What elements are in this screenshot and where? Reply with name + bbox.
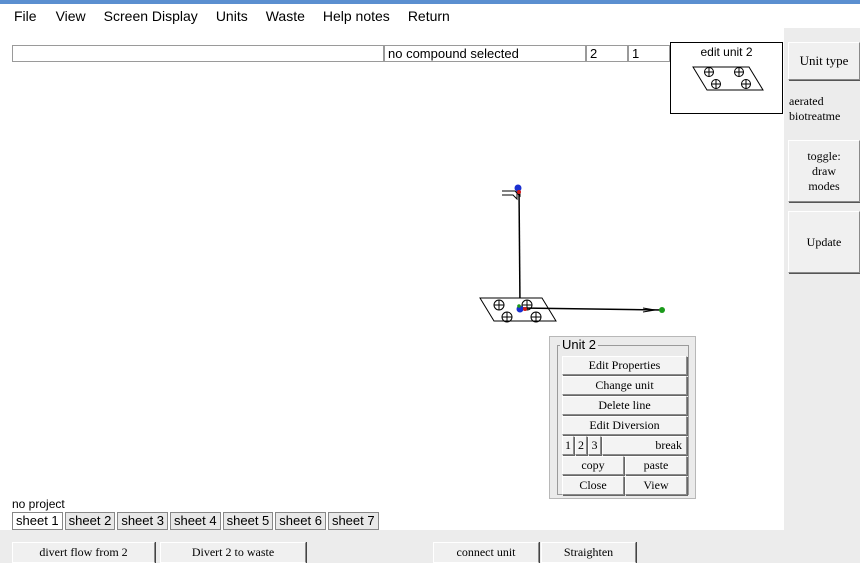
- unit-type-value-line1: aerated: [789, 94, 824, 108]
- tab-sheet-2[interactable]: sheet 2: [64, 512, 116, 530]
- unit-menu-title: Unit 2: [560, 337, 598, 352]
- toggle-draw-modes-button[interactable]: toggle: draw modes: [788, 140, 860, 202]
- menu-waste[interactable]: Waste: [266, 8, 305, 24]
- toggle-label-line3: modes: [808, 178, 840, 193]
- unit-type-button[interactable]: Unit type: [788, 42, 860, 80]
- tab-sheet-7[interactable]: sheet 7: [327, 512, 379, 530]
- node-outlet-green[interactable]: [659, 307, 665, 313]
- value-field-a[interactable]: 2: [586, 45, 628, 62]
- straighten-button[interactable]: Straighten: [541, 542, 636, 563]
- divert-to-waste-button[interactable]: Divert 2 to waste: [160, 542, 306, 563]
- menu-return[interactable]: Return: [408, 8, 450, 24]
- change-unit-button[interactable]: Change unit: [562, 376, 687, 395]
- flow-line-vertical[interactable]: [518, 187, 521, 307]
- toggle-label-line1: toggle:: [807, 148, 841, 163]
- divert-flow-button[interactable]: divert flow from 2: [12, 542, 155, 563]
- value-field-b[interactable]: 1: [628, 45, 670, 62]
- menu-help-notes[interactable]: Help notes: [323, 8, 390, 24]
- text-input-field[interactable]: [12, 45, 384, 62]
- menu-bar: File View Screen Display Units Waste Hel…: [0, 4, 860, 28]
- option-2-button[interactable]: 2: [575, 436, 587, 455]
- project-status: no project: [12, 497, 65, 511]
- break-button[interactable]: break: [602, 436, 687, 455]
- view-button[interactable]: View: [625, 476, 687, 495]
- menu-screen-display[interactable]: Screen Display: [104, 8, 198, 24]
- close-button[interactable]: Close: [562, 476, 624, 495]
- edit-properties-button[interactable]: Edit Properties: [562, 356, 687, 375]
- toggle-label-line2: draw: [812, 163, 836, 178]
- option-3-button[interactable]: 3: [588, 436, 601, 455]
- menu-file[interactable]: File: [14, 8, 37, 24]
- unit-context-menu: Unit 2 Edit Properties Change unit Delet…: [549, 336, 696, 499]
- tab-sheet-5[interactable]: sheet 5: [222, 512, 274, 530]
- tab-sheet-6[interactable]: sheet 6: [275, 512, 326, 530]
- tab-sheet-3[interactable]: sheet 3: [117, 512, 168, 530]
- node-bottom-green[interactable]: [517, 304, 521, 308]
- edit-diversion-button[interactable]: Edit Diversion: [562, 416, 687, 435]
- node-bottom-red[interactable]: [523, 307, 527, 311]
- copy-button[interactable]: copy: [562, 456, 624, 475]
- paste-button[interactable]: paste: [625, 456, 687, 475]
- option-1-button[interactable]: 1: [562, 436, 574, 455]
- sheet-tabs: sheet 1 sheet 2 sheet 3 sheet 4 sheet 5 …: [12, 512, 381, 530]
- tab-sheet-1[interactable]: sheet 1: [12, 512, 63, 530]
- delete-line-button[interactable]: Delete line: [562, 396, 687, 415]
- connect-unit-button[interactable]: connect unit: [433, 542, 539, 563]
- tab-sheet-4[interactable]: sheet 4: [169, 512, 221, 530]
- menu-units[interactable]: Units: [216, 8, 248, 24]
- node-top-red[interactable]: [517, 190, 521, 194]
- compound-field[interactable]: no compound selected: [384, 45, 586, 62]
- menu-view[interactable]: View: [56, 8, 86, 24]
- unit-type-value-line2: biotreatme: [789, 109, 841, 123]
- update-button[interactable]: Update: [788, 211, 860, 273]
